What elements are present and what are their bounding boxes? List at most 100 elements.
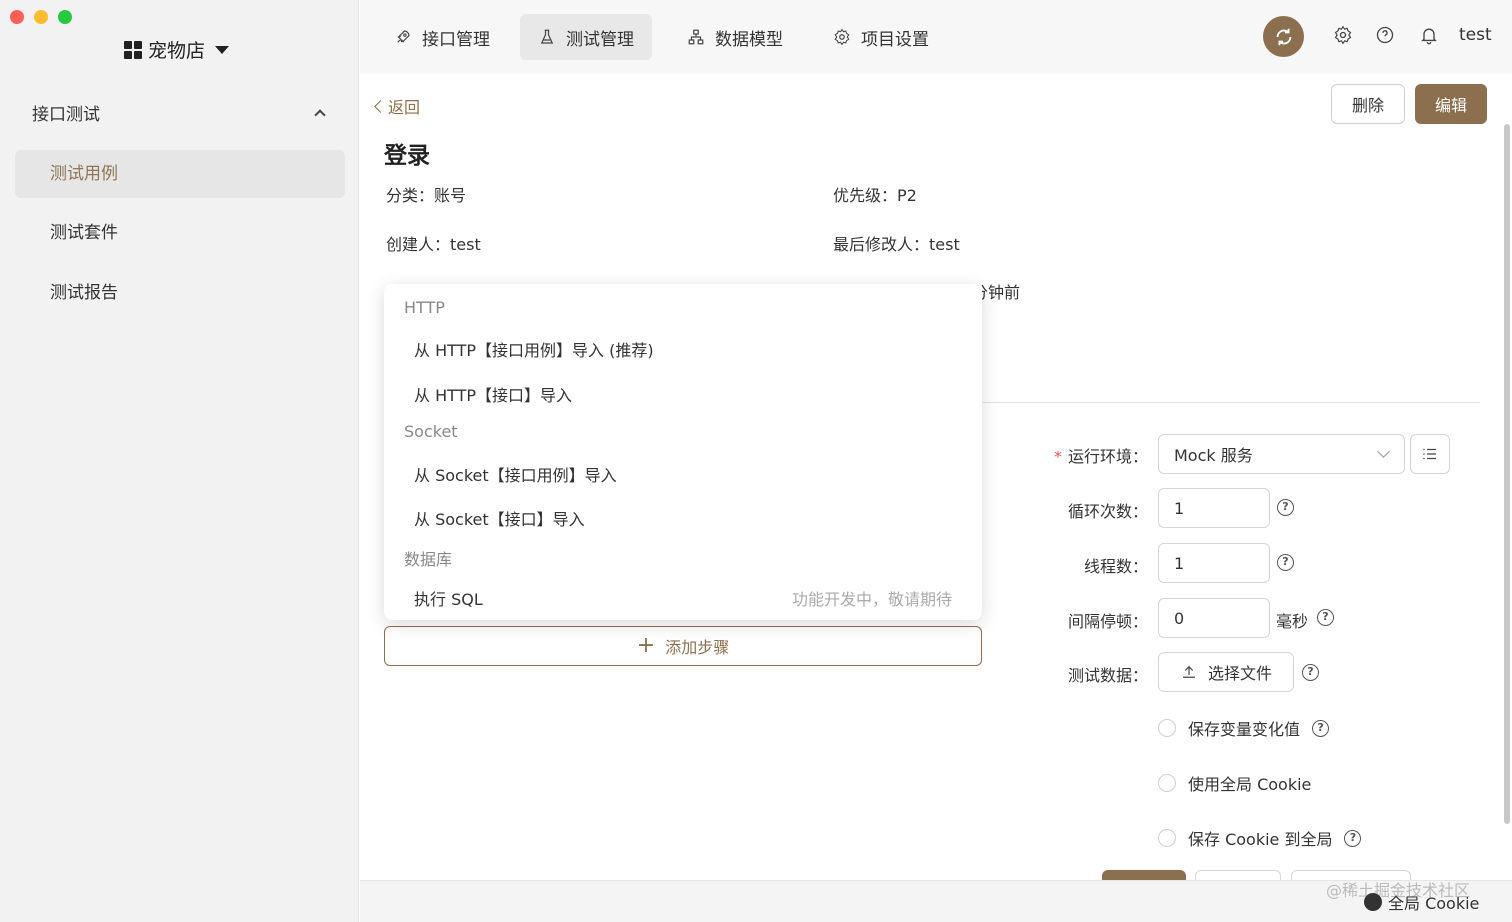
sync-icon [1276,28,1291,45]
global-cookie-checkbox[interactable]: 使用全局 Cookie [1158,771,1311,795]
select-file-label: 选择文件 [1207,664,1272,683]
meta-key: 优先级： [833,186,898,205]
user-name[interactable]: test [1459,25,1492,45]
menu-item-http-case[interactable]: 从 HTTP【接口用例】导入 (推荐) [414,337,654,361]
help-icon[interactable]: ? [1277,499,1294,516]
bell-icon [1421,28,1437,45]
settings-button[interactable] [1332,24,1354,46]
checkbox-label: 保存 Cookie 到全局 [1188,830,1333,849]
edit-label: 编辑 [1434,96,1467,115]
meta-creator: 创建人：test [386,231,481,255]
testdata-label: 测试数据： [1067,666,1148,685]
tab-test-management[interactable]: 测试管理 [520,14,652,60]
divider [983,402,1480,403]
back-link[interactable]: 返回 [374,94,421,118]
chevron-down-icon [1377,445,1390,458]
gear-icon [1334,25,1352,45]
tab-api-management[interactable]: 接口管理 [376,14,508,60]
back-label: 返回 [388,98,421,117]
edit-button[interactable]: 编辑 [1415,84,1487,124]
meta-value: test [450,235,481,254]
menu-item-sql-note: 功能开发中，敬请期待 [791,590,952,609]
rocket-icon [397,30,410,43]
interval-label: 间隔停顿： [1067,612,1148,631]
help-button[interactable] [1374,24,1396,46]
checkbox-label: 保存变量变化值 [1188,720,1301,739]
minimize-window-button[interactable] [34,10,48,24]
delete-label: 删除 [1351,96,1384,115]
menu-item-http-api[interactable]: 从 HTTP【接口】导入 [414,382,572,406]
meta-value: 账号 [434,186,467,205]
sidebar: 宠物店 接口测试 测试用例 测试套件 测试报告 [0,0,359,922]
close-window-button[interactable] [10,10,24,24]
tab-label: 数据模型 [715,29,783,50]
meta-category: 分类：账号 [386,182,466,206]
loop-count-input[interactable]: 1 [1158,488,1270,528]
scrollbar[interactable] [1504,124,1510,824]
checkbox-label: 使用全局 Cookie [1188,775,1312,794]
add-step-menu: HTTP 从 HTTP【接口用例】导入 (推荐) 从 HTTP【接口】导入 So… [384,284,982,620]
global-cookie-tag[interactable]: 全局 Cookie [1364,890,1479,914]
chevron-left-icon [374,99,387,113]
help-icon[interactable]: ? [1302,664,1319,681]
global-cookie-tag-label: 全局 Cookie [1388,894,1480,913]
required-mark: * [1053,447,1062,466]
help-icon[interactable]: ? [1317,609,1334,626]
notifications-button[interactable] [1418,24,1440,46]
meta-value: test [929,235,960,254]
env-label-text: 运行环境： [1067,447,1148,466]
env-select[interactable]: Mock 服务 [1158,434,1405,474]
tab-label: 接口管理 [422,29,490,50]
env-select-value: Mock 服务 [1174,446,1253,465]
menu-item-sql: 执行 SQL [414,590,483,609]
gear-icon [834,28,850,46]
tab-project-settings[interactable]: 项目设置 [815,14,947,60]
flask-icon [540,29,554,44]
maximize-window-button[interactable] [58,10,72,24]
checkbox-box[interactable] [1158,719,1176,737]
loop-label: 循环次数： [1067,502,1148,521]
interval-unit: 毫秒 [1276,612,1309,631]
help-icon[interactable]: ? [1312,719,1330,737]
add-step-button[interactable]: + 添加步骤 [384,626,982,666]
sidebar-item-test-cases[interactable]: 测试用例 [15,150,345,198]
save-cookie-checkbox[interactable]: 保存 Cookie 到全局 ? [1158,826,1362,850]
checkbox-box[interactable] [1158,829,1176,847]
save-var-checkbox[interactable]: 保存变量变化值 ? [1158,716,1330,740]
tab-label: 项目设置 [861,29,929,50]
menu-item-socket-api[interactable]: 从 Socket【接口】导入 [414,506,585,530]
checkbox-box[interactable] [1158,774,1176,792]
menu-item-socket-case[interactable]: 从 Socket【接口用例】导入 [414,462,617,486]
add-step-label: 添加步骤 [665,638,730,657]
interval-input[interactable]: 0 [1158,598,1270,638]
menu-group-socket: Socket [404,422,458,441]
help-icon [1376,26,1394,44]
env-label: * 运行环境： [1048,443,1148,467]
menu-group-http: HTTP [404,298,445,317]
sidebar-item-test-suites[interactable]: 测试套件 [15,209,345,257]
top-navigation: 接口管理 测试管理 数据模型 项目设置 test [360,0,1512,74]
help-icon[interactable]: ? [1344,829,1362,847]
tab-label: 测试管理 [566,29,634,50]
select-file-button[interactable]: 选择文件 [1158,652,1294,692]
tab-data-model[interactable]: 数据模型 [669,14,801,60]
sync-button[interactable] [1263,16,1304,57]
list-icon [1423,448,1436,460]
meta-priority: 优先级：P2 [833,182,917,206]
grid-icon [124,40,142,59]
env-list-button[interactable] [1410,434,1450,474]
delete-button[interactable]: 删除 [1331,84,1405,124]
sidebar-item-label: 测试套件 [50,223,118,243]
sidebar-group-api-test[interactable]: 接口测试 [32,100,328,125]
hierarchy-icon [688,29,704,45]
help-icon[interactable]: ? [1277,554,1294,571]
thread-count-input[interactable]: 1 [1158,543,1270,583]
chevron-up-icon [314,109,326,121]
caret-down-icon [215,45,230,54]
sidebar-item-test-reports[interactable]: 测试报告 [15,269,345,317]
project-switcher[interactable]: 宠物店 [124,36,230,63]
cookie-icon [1364,893,1382,911]
project-name: 宠物店 [148,40,206,62]
meta-modifier: 最后修改人：test [833,231,960,255]
meta-value: P2 [897,186,917,205]
